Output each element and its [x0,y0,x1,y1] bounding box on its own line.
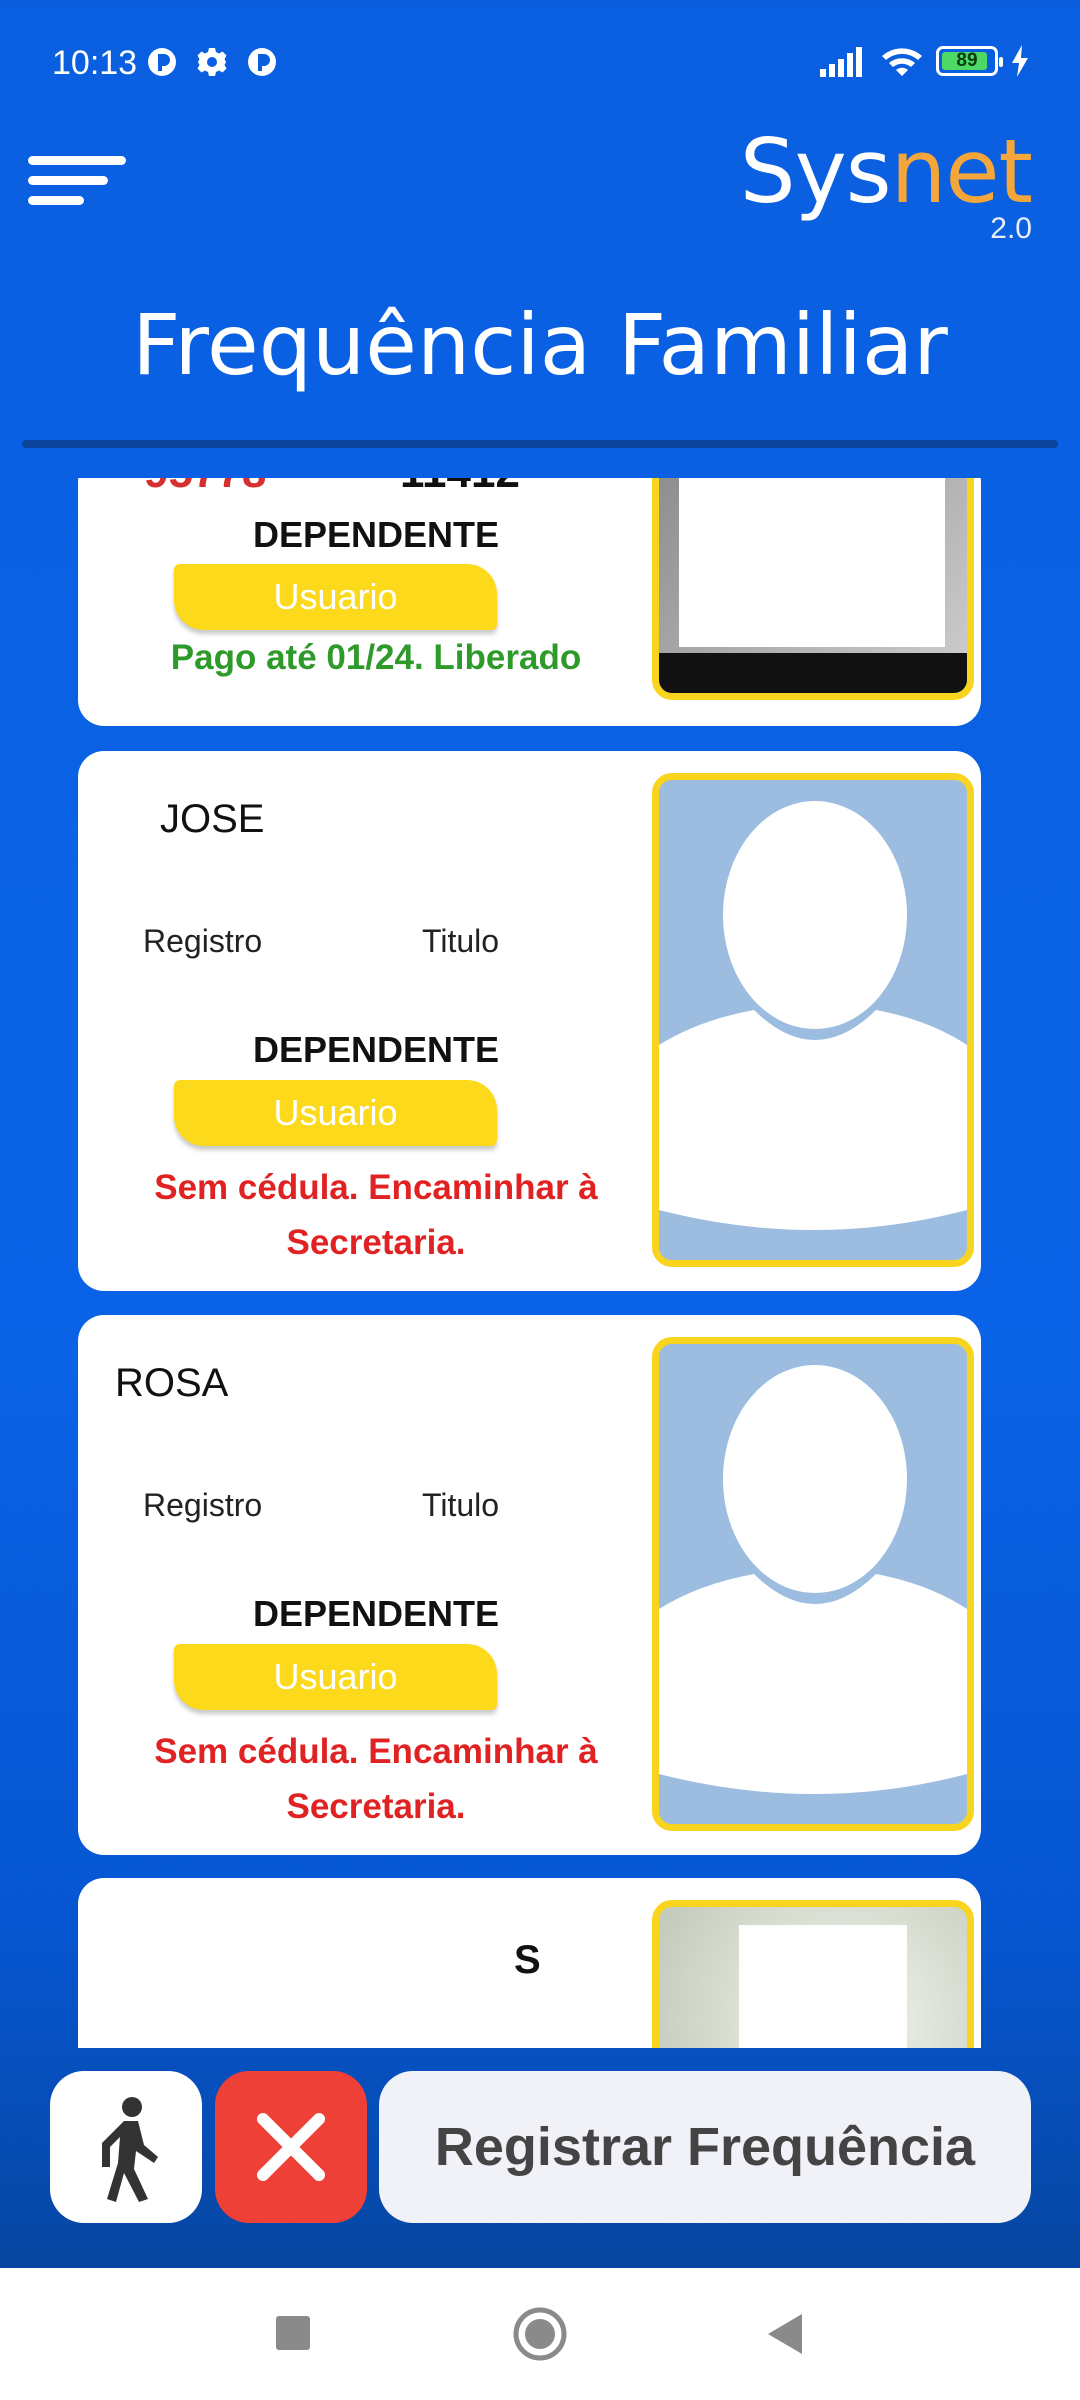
back-button[interactable] [726,2268,846,2400]
header-divider [22,440,1058,448]
usuario-button[interactable]: Usuario [174,1080,497,1146]
person-walking-icon [102,2097,158,2202]
member-card[interactable]: ROSA Registro Titulo DEPENDENTE Usuario … [78,1315,981,1855]
notification-icon [148,48,176,76]
recent-apps-icon [276,2316,310,2350]
status-time: 10:13 [52,44,138,82]
back-icon [768,2314,802,2354]
recent-apps-button[interactable] [234,2268,354,2400]
member-name: JOSE [160,797,265,841]
member-status-line2: Secretaria. [286,1787,466,1826]
registro-value: 95778 [144,478,266,498]
member-type: DEPENDENTE [252,1029,500,1070]
charging-icon [1012,45,1028,77]
titulo-label: Titulo [422,923,500,959]
member-status: Pago até 01/24. Liberado [170,638,582,677]
titulo-label: Titulo [422,1487,500,1523]
menu-icon[interactable] [28,152,126,208]
member-card[interactable]: JOSE Registro Titulo DEPENDENTE Usuario … [78,751,981,1291]
member-name: S [514,1938,541,1982]
walk-button[interactable] [50,2071,202,2223]
page-title: Frequência Familiar [132,296,948,394]
signal-icon [820,47,862,77]
registro-label: Registro [143,1487,263,1523]
status-bar: 10:13 89 [0,0,1080,130]
member-name: ROSA [115,1361,229,1405]
member-photo [652,1900,974,2048]
member-status-line2: Secretaria. [286,1223,466,1262]
member-type: DEPENDENTE [252,514,500,555]
registro-label: Registro [143,923,263,959]
home-button[interactable] [480,2268,600,2400]
family-member-list[interactable]: 95778 11412 DEPENDENTE Usuario Pago até … [0,478,1080,2048]
close-icon [257,2113,325,2181]
member-card[interactable]: 95778 11412 DEPENDENTE Usuario Pago até … [78,478,981,726]
member-status-line1: Sem cédula. Encaminhar à [154,1732,598,1771]
member-photo [652,478,974,700]
wifi-icon [882,48,922,76]
home-icon [513,2307,567,2361]
gear-icon [197,48,227,76]
titulo-value: 11412 [400,478,520,498]
notification-icon [248,48,276,76]
member-type: DEPENDENTE [252,1593,500,1634]
close-button[interactable] [215,2071,367,2223]
logo-text-net: net [890,120,1033,223]
logo-text-sys: Sys [739,120,892,223]
avatar-placeholder-icon [652,1337,974,1831]
usuario-button[interactable]: Usuario [174,564,497,630]
member-status-line1: Sem cédula. Encaminhar à [154,1168,598,1207]
navigation-bar [0,2268,1080,2400]
battery-icon: 89 [936,46,1003,76]
app-logo: Sysnet 2.0 [740,128,1033,246]
register-frequency-button[interactable]: Registrar Frequência [379,2071,1031,2223]
usuario-button[interactable]: Usuario [174,1644,497,1710]
member-card[interactable]: S [78,1878,981,2048]
avatar-placeholder-icon [652,773,974,1267]
battery-level: 89 [956,50,978,71]
